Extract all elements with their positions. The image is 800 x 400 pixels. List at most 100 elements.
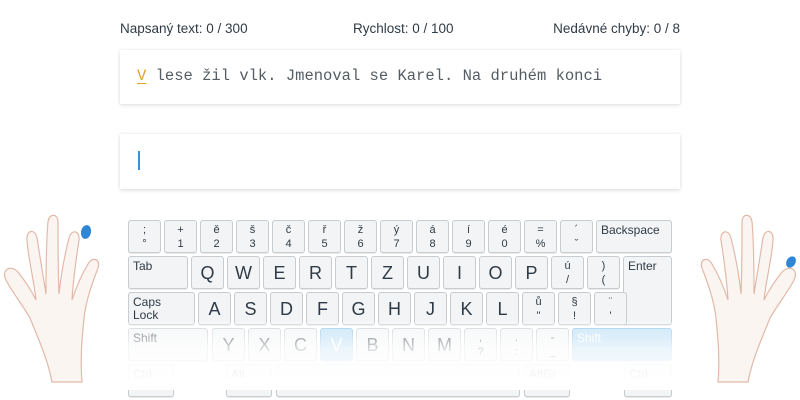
key-h[interactable]: H [378, 292, 411, 325]
key-c[interactable]: C [284, 328, 317, 361]
key-b[interactable]: B [356, 328, 389, 361]
key-sym-r2-0-lower: / [565, 274, 570, 286]
key-sym-r2-0-upper: ú [564, 260, 571, 272]
key-q[interactable]: Q [191, 256, 224, 289]
key-h-label: H [388, 299, 401, 319]
key-f[interactable]: F [306, 292, 339, 325]
space-key[interactable] [276, 364, 520, 397]
key-sym-r2-1[interactable]: )( [587, 256, 620, 289]
key-num-7-lower: 7 [393, 238, 400, 250]
key-o-label: O [488, 263, 503, 283]
key-num-9[interactable]: í9 [452, 220, 485, 253]
key-num-4-lower: 4 [285, 238, 292, 250]
key-sym-r4-2[interactable]: - _ [536, 328, 569, 361]
right-hand-icon [700, 214, 796, 383]
key-n[interactable]: N [392, 328, 425, 361]
stats-bar: Napsaný text: 0 / 300 Rychlost: 0 / 100 … [120, 21, 680, 39]
left-shift-key[interactable]: Shift [128, 328, 208, 361]
right-shift-key[interactable]: Shift [572, 328, 672, 361]
key-j-label: J [426, 299, 435, 319]
typing-input-panel[interactable] [120, 134, 680, 189]
key-sym-r3-0-upper: ů [535, 296, 542, 308]
key-num-3-lower: 3 [249, 238, 256, 250]
key-j[interactable]: J [414, 292, 447, 325]
altgr-key[interactable]: AltGr [524, 364, 570, 397]
key-num-0[interactable]: ; ° [128, 220, 161, 253]
key-x[interactable]: X [248, 328, 281, 361]
key-sym-r4-0[interactable]: ,? [464, 328, 497, 361]
key-d[interactable]: D [270, 292, 303, 325]
key-sym-r3-2-upper: ¨ [608, 296, 613, 308]
key-num-10[interactable]: é0 [488, 220, 521, 253]
key-num-2[interactable]: ě2 [200, 220, 233, 253]
key-num-4-upper: č [285, 224, 292, 236]
altgr-key-label: AltGr [529, 367, 557, 381]
enter-key[interactable]: Enter [623, 256, 672, 325]
tab-key[interactable]: Tab [128, 256, 188, 289]
key-z[interactable]: Z [371, 256, 404, 289]
key-i-label: I [456, 263, 462, 283]
key-num-1[interactable]: +1 [164, 220, 197, 253]
key-sym-r4-1[interactable]: .: [500, 328, 533, 361]
backspace-key[interactable]: Backspace [596, 220, 672, 253]
key-caron[interactable]: ´ ˇ [560, 220, 593, 253]
key-num-5[interactable]: ř5 [308, 220, 341, 253]
key-num-8-lower: 8 [429, 238, 436, 250]
key-y[interactable]: Y [212, 328, 245, 361]
key-sym-r3-1-upper: § [571, 296, 578, 308]
caps-lock-key[interactable]: Caps Lock [128, 292, 195, 325]
key-a[interactable]: A [198, 292, 231, 325]
key-num-8-upper: á [429, 224, 436, 236]
key-num-0-upper: ; [142, 224, 147, 236]
key-sym-r2-0[interactable]: ú / [551, 256, 584, 289]
key-t[interactable]: T [335, 256, 368, 289]
key-z-label: Z [382, 263, 393, 283]
key-num-7-upper: ý [393, 224, 400, 236]
key-num-11[interactable]: =% [524, 220, 557, 253]
key-o[interactable]: O [479, 256, 512, 289]
key-r[interactable]: R [299, 256, 332, 289]
key-v[interactable]: V [320, 328, 353, 361]
recent-errors-counter: Nedávné chyby: 0 / 8 [553, 21, 680, 36]
key-m[interactable]: M [428, 328, 461, 361]
key-sym-r3-1-lower: ! [572, 310, 577, 322]
right-ctrl-key[interactable]: Ctrl [624, 364, 672, 397]
key-sym-r3-0-lower: " [536, 310, 541, 322]
tab-key-label: Tab [133, 259, 153, 273]
key-num-6-lower: 6 [357, 238, 364, 250]
backspace-key-label: Backspace [601, 223, 660, 237]
key-num-10-lower: 0 [501, 238, 508, 250]
key-i[interactable]: I [443, 256, 476, 289]
key-num-5-lower: 5 [321, 238, 328, 250]
key-num-8[interactable]: á8 [416, 220, 449, 253]
key-sym-r3-2-lower: ' [609, 310, 612, 322]
key-num-6[interactable]: ž6 [344, 220, 377, 253]
key-num-1-lower: 1 [177, 238, 184, 250]
key-num-2-upper: ě [213, 224, 220, 236]
key-sym-r3-1[interactable]: §! [558, 292, 591, 325]
key-w[interactable]: W [227, 256, 260, 289]
key-u[interactable]: U [407, 256, 440, 289]
key-p[interactable]: P [515, 256, 548, 289]
left-alt-key[interactable]: Alt [226, 364, 272, 397]
key-s[interactable]: S [234, 292, 267, 325]
key-l[interactable]: L [486, 292, 519, 325]
key-g[interactable]: G [342, 292, 375, 325]
key-s-label: S [244, 299, 257, 319]
key-num-1-upper: + [177, 224, 184, 236]
key-num-4[interactable]: č4 [272, 220, 305, 253]
remaining-text: lese žil vlk. Jmenoval se Karel. Na druh… [146, 67, 603, 85]
key-k-label: K [460, 299, 473, 319]
key-b-label: B [366, 335, 379, 355]
key-p-label: P [525, 263, 538, 283]
left-ctrl-key-label: Ctrl [133, 367, 152, 381]
left-ctrl-key[interactable]: Ctrl [128, 364, 174, 397]
key-e[interactable]: E [263, 256, 296, 289]
caps-lock-key-label: Caps Lock [133, 295, 162, 322]
key-sym-r3-2[interactable]: ¨ ' [594, 292, 627, 325]
left-finger-indicator [80, 225, 92, 239]
key-num-7[interactable]: ý7 [380, 220, 413, 253]
key-num-3[interactable]: š3 [236, 220, 269, 253]
key-k[interactable]: K [450, 292, 483, 325]
key-sym-r3-0[interactable]: ů " [522, 292, 555, 325]
